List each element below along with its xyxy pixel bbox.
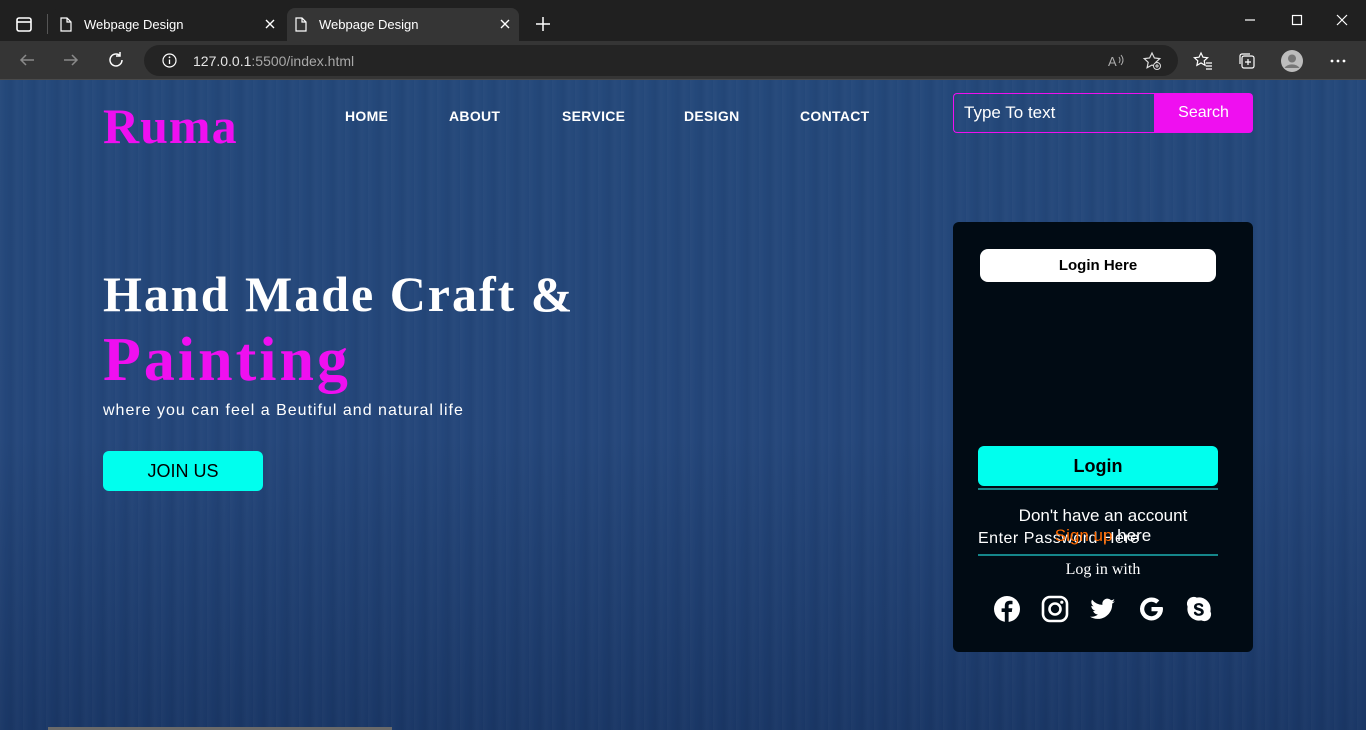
- read-aloud-icon[interactable]: A: [1106, 51, 1126, 71]
- browser-tab-active[interactable]: Webpage Design: [287, 8, 519, 41]
- signup-prompt: Don't have an account Sign up here: [953, 506, 1253, 546]
- new-tab-icon[interactable]: [534, 15, 552, 33]
- nav-design[interactable]: DESIGN: [684, 108, 739, 124]
- add-favorite-icon[interactable]: [1142, 51, 1162, 71]
- skype-icon[interactable]: [1184, 594, 1214, 624]
- info-icon[interactable]: [162, 53, 177, 68]
- refresh-icon[interactable]: [107, 51, 125, 69]
- browser-tab-bar: Webpage Design Webpage Design: [0, 0, 1366, 41]
- nav-home[interactable]: HOME: [345, 108, 388, 124]
- more-options-icon[interactable]: [1328, 51, 1348, 71]
- collections-icon[interactable]: [1237, 51, 1257, 71]
- nav-about[interactable]: ABOUT: [449, 108, 500, 124]
- back-icon[interactable]: [18, 51, 36, 69]
- no-account-text: Don't have an account: [1018, 506, 1188, 525]
- browser-toolbar: 127.0.0.1:5500/index.html A: [0, 41, 1366, 80]
- login-button[interactable]: Login: [978, 446, 1218, 486]
- signup-link[interactable]: Sign up: [1055, 526, 1113, 545]
- signup-line: Sign up here: [953, 526, 1253, 546]
- url-text: 127.0.0.1:5500/index.html: [193, 53, 354, 69]
- browser-tab[interactable]: Webpage Design: [52, 8, 284, 41]
- login-card-title: Login Here: [980, 249, 1216, 282]
- signup-suffix: here: [1112, 526, 1152, 545]
- forward-icon[interactable]: [62, 51, 80, 69]
- nav-contact[interactable]: CONTACT: [800, 108, 870, 124]
- instagram-icon[interactable]: [1040, 594, 1070, 624]
- nav-service[interactable]: SERVICE: [562, 108, 625, 124]
- site-logo[interactable]: Ruma: [103, 97, 238, 155]
- url-host: 127.0.0.1: [193, 53, 252, 69]
- join-us-button[interactable]: JOIN US: [103, 451, 263, 491]
- search-button[interactable]: Search: [1154, 93, 1253, 133]
- minimize-icon[interactable]: [1242, 12, 1258, 28]
- tab-separator: [47, 14, 48, 34]
- hero-title-highlight: Painting: [103, 326, 351, 394]
- url-path: :5500/index.html: [251, 53, 355, 69]
- log-in-with-label: Log in with: [1065, 561, 1141, 578]
- page-icon: [295, 17, 307, 32]
- facebook-icon[interactable]: [992, 594, 1022, 624]
- webpage: Ruma HOME ABOUT SERVICE DESIGN CONTACT S…: [0, 80, 1366, 730]
- close-window-icon[interactable]: [1334, 12, 1350, 28]
- address-bar[interactable]: 127.0.0.1:5500/index.html A: [144, 45, 1178, 76]
- svg-text:A: A: [1108, 54, 1117, 69]
- maximize-icon[interactable]: [1289, 12, 1305, 28]
- hero-title: Hand Made Craft &: [103, 266, 575, 322]
- close-tab-icon[interactable]: [497, 16, 513, 32]
- hero-subtitle: where you can feel a Beutiful and natura…: [103, 402, 464, 419]
- search-form: Search: [953, 93, 1253, 133]
- tab-title: Webpage Design: [84, 17, 184, 32]
- login-card: Login Here Login Don't have an account S…: [953, 222, 1253, 652]
- tab-actions-icon[interactable]: [10, 10, 38, 38]
- favorites-icon[interactable]: [1193, 51, 1213, 71]
- close-tab-icon[interactable]: [262, 16, 278, 32]
- profile-avatar-icon[interactable]: [1281, 50, 1303, 72]
- twitter-icon[interactable]: [1087, 594, 1117, 624]
- search-input[interactable]: [953, 93, 1154, 133]
- tab-title: Webpage Design: [319, 17, 419, 32]
- google-icon[interactable]: [1136, 594, 1166, 624]
- page-icon: [60, 17, 72, 32]
